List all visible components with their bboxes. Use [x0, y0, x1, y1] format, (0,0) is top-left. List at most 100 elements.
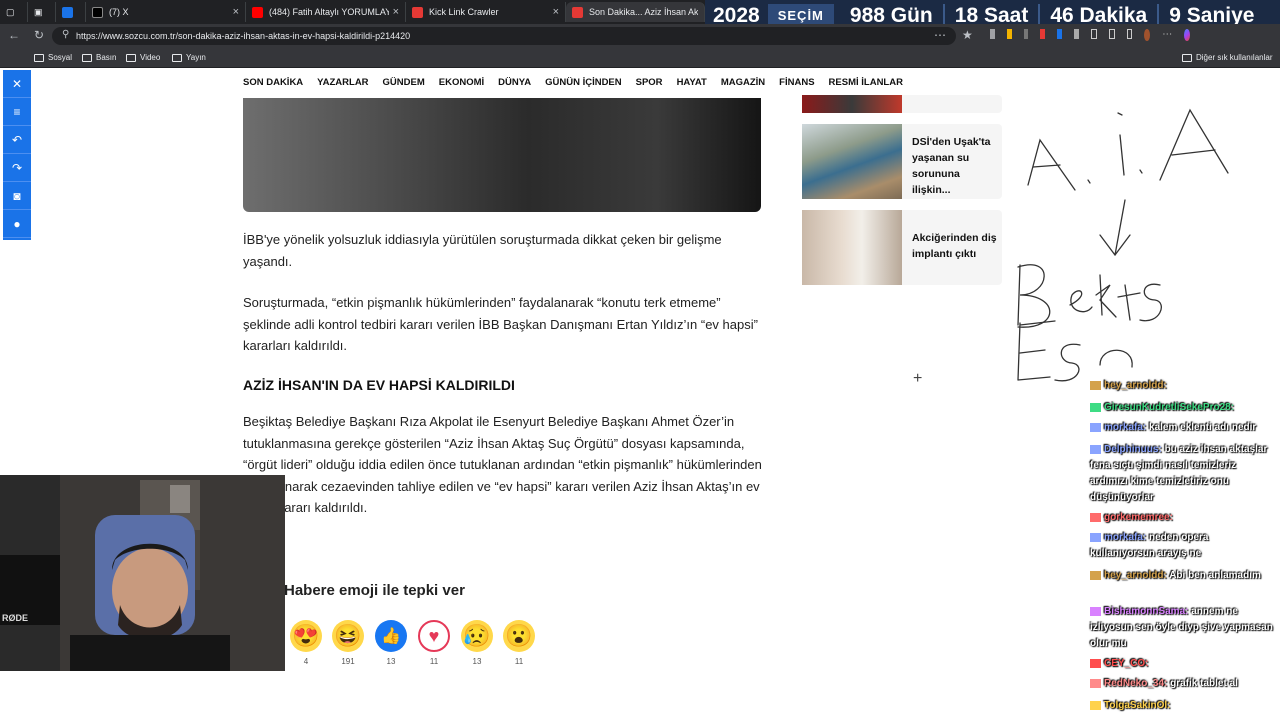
chat-username: hey_arnoldd: — [1104, 380, 1167, 391]
chat-username: morkafa: — [1104, 532, 1150, 543]
thumbs-up-icon[interactable]: 👍 — [375, 620, 407, 652]
chat-icon[interactable]: ● — [3, 210, 31, 238]
redo-icon[interactable]: ↷ — [3, 154, 31, 182]
folder-icon — [1182, 53, 1192, 62]
bookmark-basin[interactable]: Basın — [82, 53, 116, 62]
user-badge-icon — [1090, 444, 1101, 454]
article-paragraph-1: İBB'ye yönelik yolsuzluk iddiasıyla yürü… — [243, 232, 722, 269]
extension-icon[interactable] — [990, 29, 995, 39]
extensions-bar: ⋯ — [990, 29, 1191, 43]
youtube-extension-icon[interactable] — [1040, 29, 1046, 39]
favorite-star-icon[interactable]: ★ — [962, 28, 973, 42]
heart-icon[interactable]: ♥ — [418, 620, 450, 652]
tab-2[interactable]: (484) Fatih Altaylı YORUMLAYAMI× — [246, 2, 406, 22]
drawing-toolbar: ✕ ≡ ↶ ↷ ◙ ● — [3, 70, 31, 240]
sad-icon[interactable]: 😥 — [461, 620, 493, 652]
news-card-implant[interactable]: Akciğerinden diş implantı çıktı — [802, 210, 1002, 285]
chat-username: morkafa: — [1104, 422, 1150, 433]
collections-icon[interactable] — [1126, 29, 1133, 39]
chat-message: Delphinuus: bu aziz ihsan aktaşlar fena … — [1090, 442, 1275, 506]
tabs-icon: ▣ — [34, 6, 43, 17]
bookmark-video[interactable]: Video — [126, 53, 160, 62]
chat-text: Abi ben anlamadım — [1169, 570, 1261, 581]
close-icon[interactable]: × — [233, 6, 239, 18]
user-badge-icon — [1090, 512, 1101, 522]
nav-ekonomi[interactable]: EKONOMİ — [439, 77, 484, 91]
nav-magazin[interactable]: MAGAZİN — [721, 77, 765, 91]
copilot-icon[interactable] — [1184, 29, 1191, 41]
nav-gundem[interactable]: GÜNDEM — [383, 77, 425, 91]
surprised-icon[interactable]: 😮 — [503, 620, 535, 652]
close-icon[interactable]: ✕ — [3, 70, 31, 98]
reaction-count: 13 — [386, 657, 396, 666]
window-menu-icon: ▢ — [6, 6, 15, 17]
nav-spor[interactable]: SPOR — [636, 77, 663, 91]
chat-username: CEY_CO: — [1104, 658, 1149, 669]
reactions-title: Habere emoji ile tepki ver — [284, 582, 465, 599]
settings-sliders-icon[interactable]: ≡ — [3, 98, 31, 126]
bookmark-yayin[interactable]: Yayın — [172, 53, 206, 62]
tab-3[interactable]: Kick Link Crawler × — [406, 2, 566, 22]
nav-gunun-icinden[interactable]: GÜNÜN İÇİNDEN — [545, 77, 622, 91]
chat-username: BishamonnSama: — [1104, 606, 1192, 617]
chat-message: RedNeko_34: grafik tablet al — [1090, 676, 1275, 692]
sozcu-icon — [572, 6, 583, 18]
chat-message: BishamonnSama: annem ne izliyosun sen öy… — [1090, 604, 1275, 652]
tab-1[interactable]: (7) X × — [86, 2, 246, 22]
pen-extension-icon[interactable] — [1006, 29, 1012, 39]
camera-icon[interactable]: ◙ — [3, 182, 31, 210]
user-badge-icon — [1090, 402, 1101, 412]
reaction-count: 11 — [514, 657, 524, 666]
chat-username: hey_arnoldd: — [1104, 570, 1170, 581]
webcam-overlay: RØDE — [0, 475, 285, 671]
heart-eyes-icon[interactable]: 😍 — [290, 620, 322, 652]
article-paragraph-2: Soruşturmada, “etkin pişmanlık hükümleri… — [243, 295, 758, 353]
favorites-icon[interactable] — [1108, 29, 1115, 39]
news-card-dsi[interactable]: DSİ'den Uşak'ta yaşanan su sorununa iliş… — [802, 124, 1002, 199]
nav-dunya[interactable]: DÜNYA — [498, 77, 531, 91]
svg-text:RØDE: RØDE — [2, 613, 28, 623]
nav-resmi-ilanlar[interactable]: RESMİ İLANLAR — [829, 77, 903, 91]
chat-username: RedNeko_34: — [1104, 678, 1171, 689]
news-thumbnail — [802, 95, 902, 113]
chat-username: GiresunKudretliSekePro28: — [1104, 402, 1235, 413]
tab-workspaces-button[interactable]: ▣ — [28, 2, 56, 22]
nav-hayat[interactable]: HAYAT — [677, 77, 707, 91]
undo-icon[interactable]: ↶ — [3, 126, 31, 154]
user-badge-icon — [1090, 658, 1101, 668]
chat-message: CEY_CO: — [1090, 656, 1275, 672]
chat-message: hey_arnoldd: — [1090, 378, 1275, 394]
nav-yazarlar[interactable]: YAZARLAR — [317, 77, 368, 91]
tab-4-active[interactable]: Son Dakika... Aziz İhsan Aktaş'ın — [566, 2, 705, 22]
laughing-icon[interactable]: 😆 — [332, 620, 364, 652]
puzzle-icon[interactable] — [1090, 29, 1097, 39]
x-logo-icon — [92, 6, 103, 18]
chat-username: TolgaSakinOl: — [1104, 700, 1171, 711]
tab-actions-button[interactable]: ▢ — [0, 2, 28, 22]
tab-0[interactable] — [56, 2, 86, 22]
nav-son-dakika[interactable]: SON DAKİKA — [243, 77, 303, 91]
back-icon[interactable]: ← — [8, 28, 20, 42]
url-field[interactable]: https://www.sozcu.com.tr/son-dakika-aziz… — [52, 27, 956, 45]
bookmark-sosyal[interactable]: Sosyal — [34, 53, 72, 62]
extension-icon[interactable] — [1057, 29, 1063, 39]
nav-finans[interactable]: FİNANS — [779, 77, 814, 91]
avatar[interactable] — [1144, 29, 1151, 41]
reaction-count: 11 — [429, 657, 439, 666]
news-card-partial[interactable] — [802, 95, 1002, 113]
crosshair-cursor-icon: + — [913, 370, 923, 387]
site-info-icon[interactable]: ⚲ — [62, 29, 69, 40]
close-icon[interactable]: × — [393, 6, 399, 18]
reload-icon[interactable]: ↻ — [34, 28, 44, 42]
bookmark-other[interactable]: Diğer sık kullanılanlar — [1182, 53, 1272, 62]
chat-text: grafik tablet al — [1170, 678, 1238, 689]
chat-message: hey_arnoldd: Abi ben anlamadım — [1090, 568, 1275, 584]
diamond-icon — [62, 6, 73, 18]
close-icon[interactable]: × — [553, 6, 559, 18]
menu-icon[interactable]: ⋯ — [1162, 29, 1172, 43]
folder-icon — [82, 53, 92, 62]
extension-icon[interactable] — [1074, 29, 1079, 39]
chat-text: kalem eklenti adı nedir — [1149, 422, 1257, 433]
more-icon[interactable]: ⋯ — [934, 28, 946, 42]
extension-icon[interactable] — [1023, 29, 1029, 39]
